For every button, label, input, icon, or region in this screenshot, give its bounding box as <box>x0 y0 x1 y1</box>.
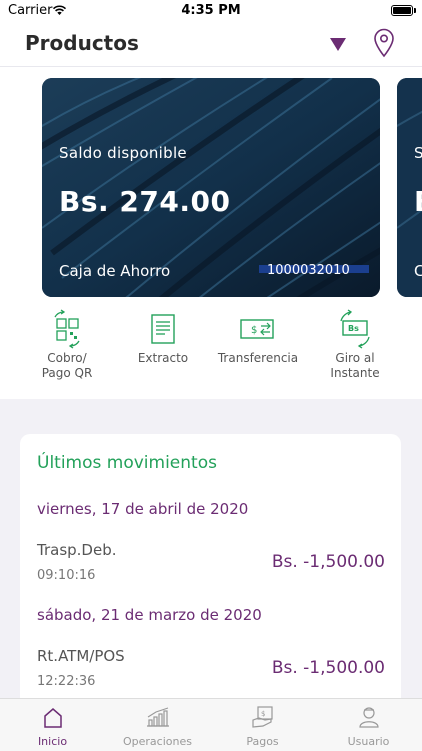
account-number: 1000032010 <box>267 263 350 277</box>
movement-date: viernes, 17 de abril de 2020 <box>37 500 249 518</box>
movement-time: 12:22:36 <box>37 674 96 689</box>
payment-icon: $ <box>251 706 273 728</box>
available-balance-label: Saldo disponible <box>59 144 187 162</box>
recent-movements-panel: Últimos movimientos viernes, 17 de abril… <box>20 434 401 734</box>
tab-user-label: Usuario <box>347 735 390 748</box>
instant-transfer-button[interactable]: Bs Giro al Instante <box>305 307 405 381</box>
movement-time: 09:10:16 <box>37 568 96 583</box>
account-type: C <box>414 262 422 280</box>
tab-home-label: Inicio <box>37 735 68 748</box>
product-cards-carousel[interactable]: Saldo disponible Bs. 274.00 Caja de Ahor… <box>0 67 422 307</box>
balance-amount: Bs. 274.00 <box>59 185 231 218</box>
transfer-button[interactable]: $ Transferencia <box>208 307 308 366</box>
user-icon <box>358 707 379 728</box>
tab-operations[interactable]: Operaciones <box>105 699 210 751</box>
tab-payments[interactable]: $ Pagos <box>210 699 315 751</box>
document-icon <box>151 314 175 344</box>
home-icon <box>43 708 62 728</box>
svg-text:Bs: Bs <box>348 324 359 333</box>
instant-transfer-label: Giro al Instante <box>330 351 380 380</box>
header: Productos <box>0 22 422 67</box>
status-bar: Carrier 4:35 PM <box>0 0 422 22</box>
account-type: Caja de Ahorro <box>59 262 171 280</box>
quick-actions: Cobro/ Pago QR Extracto $ Transferencia <box>0 307 422 399</box>
movement-amount: Bs. -1,500.00 <box>271 658 385 678</box>
tab-user[interactable]: Usuario <box>316 699 421 751</box>
balance-amount: B <box>414 185 422 218</box>
qr-payment-label: Cobro/ Pago QR <box>41 351 93 380</box>
account-card-next[interactable]: S B C <box>397 78 422 297</box>
dropdown-triangle-icon[interactable] <box>328 36 348 52</box>
movement-description[interactable]: Rt.ATM/POS <box>37 647 125 665</box>
statement-label: Extracto <box>137 351 189 365</box>
movement-description[interactable]: Trasp.Deb. <box>37 541 117 559</box>
transfer-label: Transferencia <box>217 351 299 365</box>
instant-transfer-icon: Bs <box>340 309 370 349</box>
movement-amount: Bs. -1,500.00 <box>271 552 385 572</box>
recent-movements-title: Últimos movimientos <box>37 453 217 473</box>
tab-home[interactable]: Inicio <box>0 699 105 751</box>
tab-payments-label: Pagos <box>246 735 279 748</box>
tab-operations-label: Operaciones <box>123 735 192 748</box>
qr-payment-button[interactable]: Cobro/ Pago QR <box>17 307 117 381</box>
page-title: Productos <box>25 31 139 55</box>
statement-button[interactable]: Extracto <box>113 307 213 366</box>
battery-icon <box>391 5 416 16</box>
tab-bar: Inicio Operaciones $ Pagos Usuario <box>0 698 422 751</box>
transfer-icon: $ <box>240 319 274 339</box>
account-card[interactable]: Saldo disponible Bs. 274.00 Caja de Ahor… <box>42 78 380 297</box>
movement-date: sábado, 21 de marzo de 2020 <box>37 606 262 624</box>
location-pin-icon[interactable] <box>373 28 395 58</box>
clock: 4:35 PM <box>181 3 241 18</box>
qr-icon <box>54 309 80 349</box>
available-balance-label: S <box>414 144 422 162</box>
svg-text:$: $ <box>261 710 265 718</box>
svg-text:$: $ <box>251 325 257 336</box>
chart-icon <box>146 707 169 727</box>
